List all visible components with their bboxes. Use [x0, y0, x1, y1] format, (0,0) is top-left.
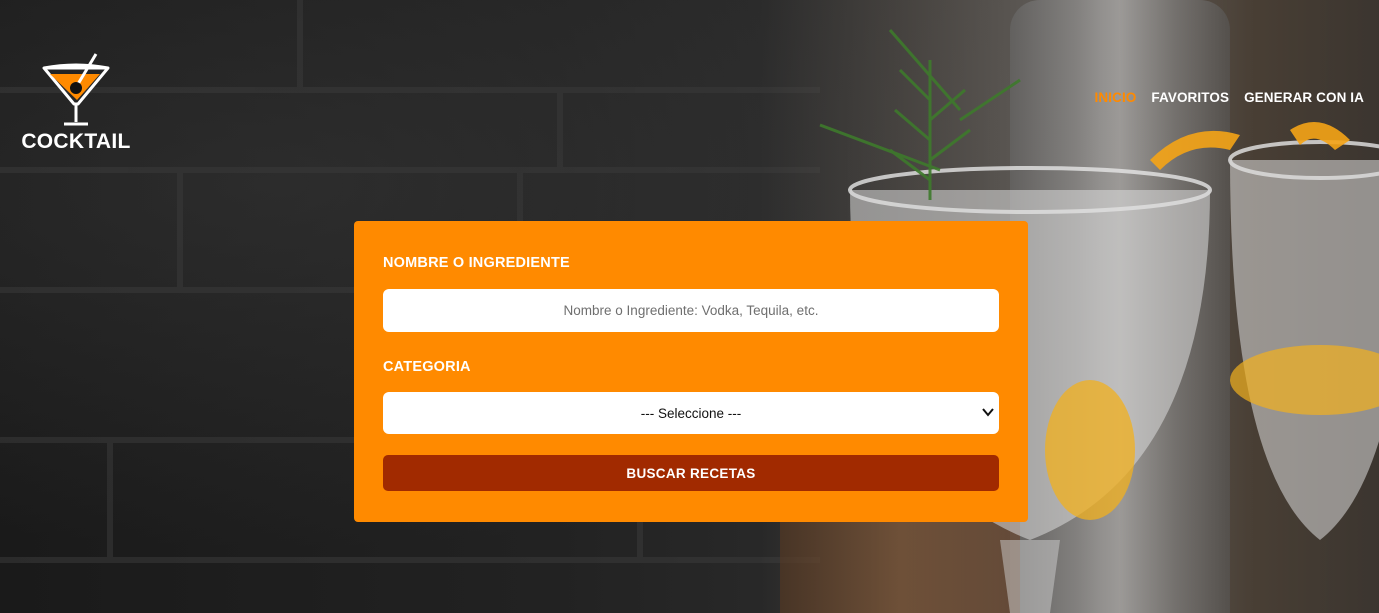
- chevron-down-icon: [982, 408, 994, 417]
- hero-section: COCKTAIL INICIO FAVORITOS GENERAR CON IA…: [0, 0, 1379, 613]
- nav-link-favoritos[interactable]: FAVORITOS: [1151, 90, 1229, 105]
- search-recipes-button[interactable]: BUSCAR RECETAS: [383, 455, 999, 491]
- cocktail-glass-icon: [42, 53, 110, 126]
- name-field-label: NOMBRE O INGREDIENTE: [383, 255, 570, 271]
- category-selected-value: --- Seleccione ---: [640, 405, 742, 421]
- brand-name: COCKTAIL: [21, 130, 131, 153]
- search-form: NOMBRE O INGREDIENTE CATEGORIA --- Selec…: [354, 221, 1028, 522]
- brand-logo[interactable]: COCKTAIL: [16, 48, 136, 154]
- nav-link-inicio[interactable]: INICIO: [1095, 90, 1137, 105]
- name-ingredient-input[interactable]: [383, 289, 999, 332]
- nav-link-generar-con-ia[interactable]: GENERAR CON IA: [1244, 90, 1364, 105]
- category-field-label: CATEGORIA: [383, 359, 471, 375]
- category-select[interactable]: --- Seleccione ---: [383, 392, 999, 434]
- main-nav: INICIO FAVORITOS GENERAR CON IA: [1095, 90, 1364, 105]
